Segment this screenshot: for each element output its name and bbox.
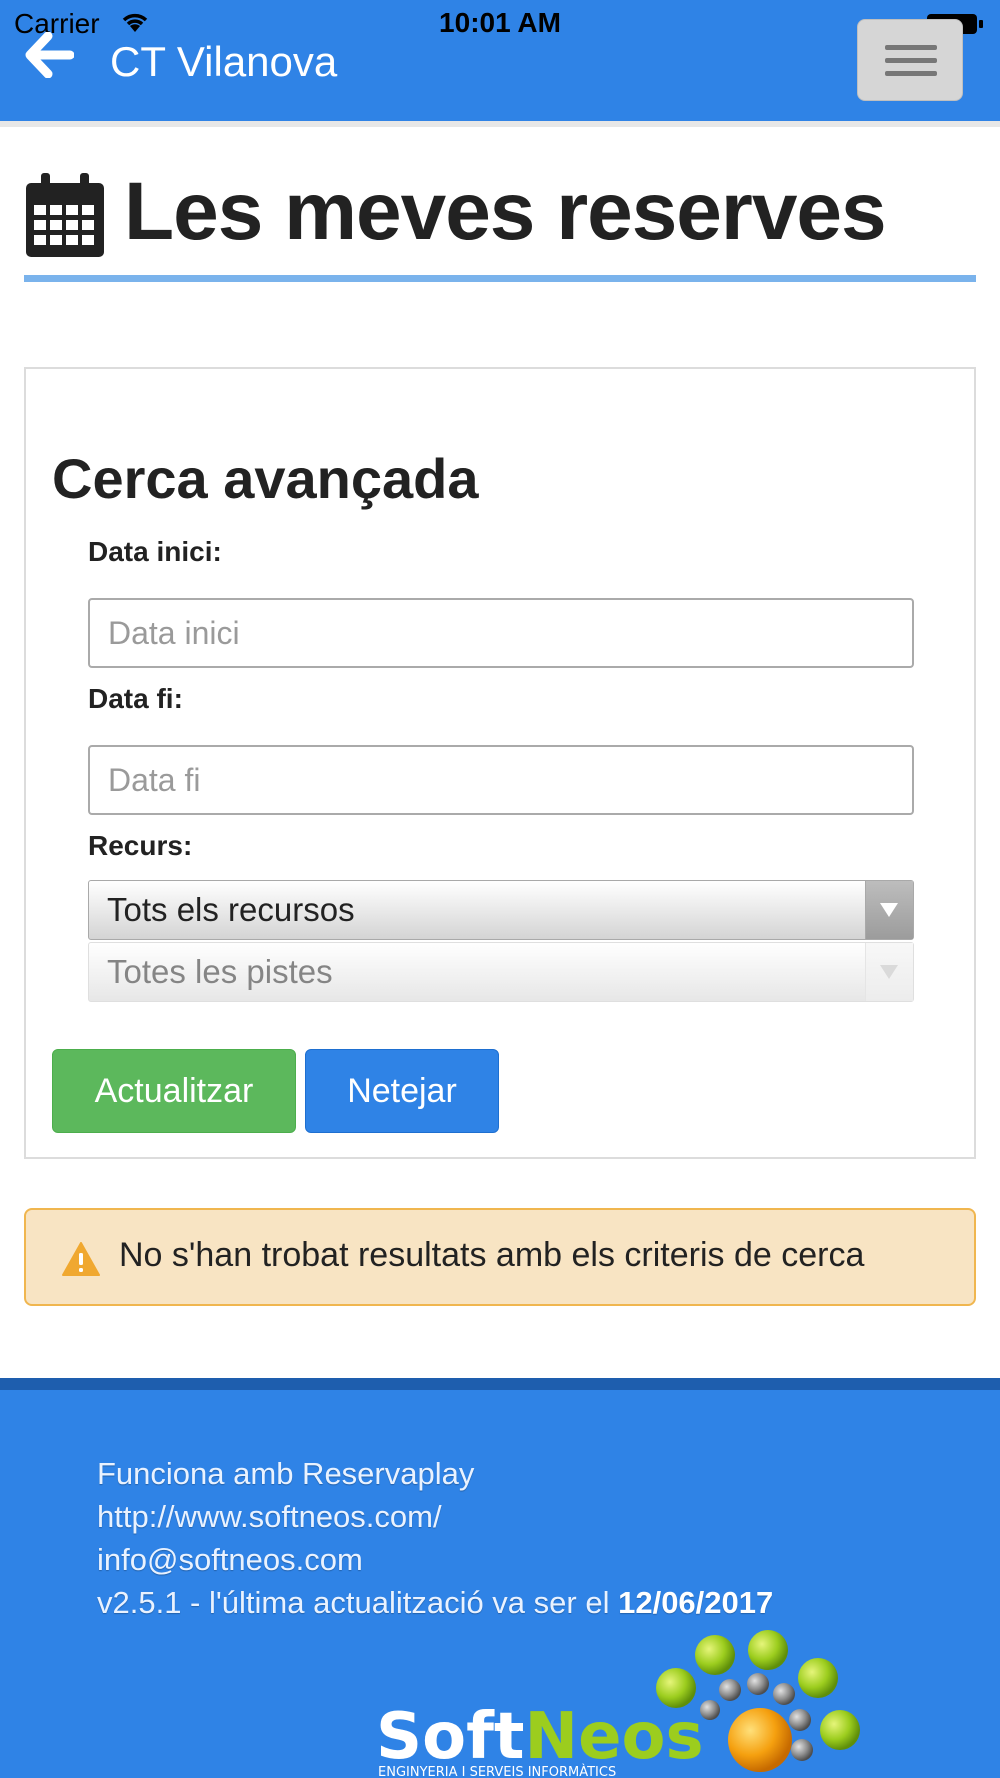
heading-underline xyxy=(24,275,976,282)
end-date-label: Data fi: xyxy=(88,683,183,714)
footer-divider xyxy=(0,1378,1000,1390)
top-app-bar: Carrier 10:01 AM CT Vilanova xyxy=(0,0,1000,121)
resource-select-value: Tots els recursos xyxy=(107,891,355,928)
back-arrow-icon[interactable] xyxy=(24,32,74,78)
court-select-value: Totes les pistes xyxy=(107,953,333,990)
advanced-search-panel: Cerca avançada Data inici: Data fi: Recu… xyxy=(24,367,976,1159)
alert-message: No s'han trobat resultats amb els criter… xyxy=(119,1236,865,1274)
court-select[interactable]: Totes les pistes xyxy=(88,942,914,1002)
powered-by-text: Funciona amb Reservaplay xyxy=(97,1456,475,1491)
email-link[interactable]: info@softneos.com xyxy=(97,1542,363,1578)
update-button[interactable]: Actualitzar xyxy=(52,1049,296,1133)
chevron-down-icon xyxy=(865,943,913,1001)
app-title: CT Vilanova xyxy=(110,38,338,85)
version-date: 12/06/2017 xyxy=(618,1585,774,1620)
clear-button[interactable]: Netejar xyxy=(305,1049,499,1133)
page-heading: Les meves reserves xyxy=(24,165,976,285)
start-date-input[interactable] xyxy=(88,598,914,668)
menu-button[interactable] xyxy=(857,19,963,101)
version-text: v2.5.1 - l'última actualització va ser e… xyxy=(97,1585,773,1621)
svg-text:ENGINYERIA I SERVEIS INFORMÀTI: ENGINYERIA I SERVEIS INFORMÀTICS xyxy=(378,1764,616,1778)
no-results-alert: No s'han trobat resultats amb els criter… xyxy=(24,1208,976,1306)
chevron-down-icon xyxy=(865,881,913,939)
end-date-input[interactable] xyxy=(88,745,914,815)
warning-icon xyxy=(62,1242,100,1276)
resource-label: Recurs: xyxy=(88,830,193,861)
page-title: Les meves reserves xyxy=(124,166,887,257)
svg-text:SoftNeos: SoftNeos xyxy=(376,1700,704,1774)
header-divider xyxy=(0,121,1000,127)
resource-select[interactable]: Tots els recursos xyxy=(88,880,914,940)
calendar-icon xyxy=(26,173,104,257)
start-date-label: Data inici: xyxy=(88,536,222,567)
version-prefix: v2.5.1 - l'última actualització va ser e… xyxy=(97,1585,619,1620)
search-panel-title: Cerca avançada xyxy=(52,447,479,510)
website-link[interactable]: http://www.softneos.com/ xyxy=(97,1499,442,1535)
status-time: 10:01 AM xyxy=(439,7,561,38)
softneos-logo: SoftNeos ENGINYERIA I SERVEIS INFORMÀTIC… xyxy=(376,1630,860,1778)
